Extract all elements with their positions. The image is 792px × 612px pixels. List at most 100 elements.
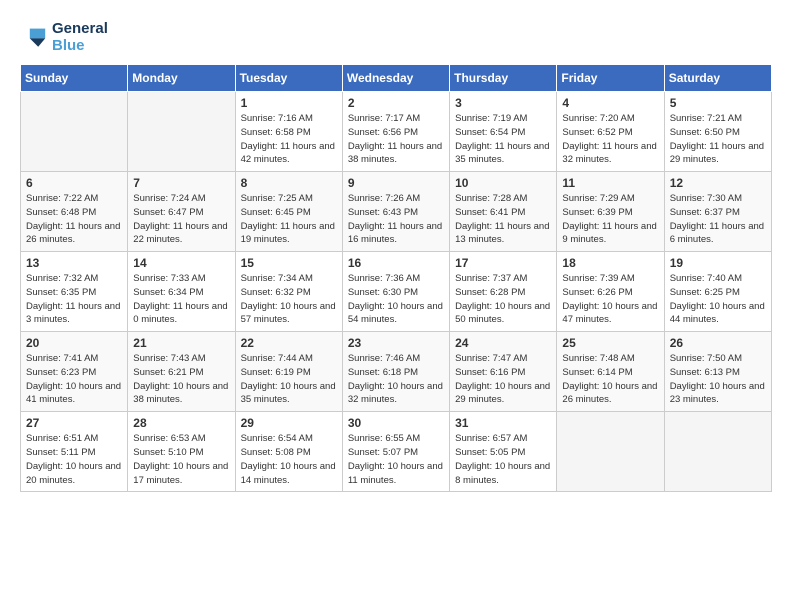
day-number: 26	[670, 336, 766, 350]
day-info: Sunrise: 7:29 AMSunset: 6:39 PMDaylight:…	[562, 192, 658, 247]
calendar-cell: 28 Sunrise: 6:53 AMSunset: 5:10 PMDayligh…	[128, 412, 235, 492]
calendar-cell: 18 Sunrise: 7:39 AMSunset: 6:26 PMDayligh…	[557, 252, 664, 332]
day-info: Sunrise: 7:34 AMSunset: 6:32 PMDaylight:…	[241, 272, 337, 327]
day-number: 9	[348, 176, 444, 190]
calendar-cell: 4 Sunrise: 7:20 AMSunset: 6:52 PMDaylight…	[557, 92, 664, 172]
calendar-week-row: 6 Sunrise: 7:22 AMSunset: 6:48 PMDaylight…	[21, 172, 772, 252]
day-number: 19	[670, 256, 766, 270]
day-info: Sunrise: 7:30 AMSunset: 6:37 PMDaylight:…	[670, 192, 766, 247]
calendar-cell: 25Sunrise: 7:48 AMSunset: 6:14 PMDayligh…	[557, 332, 664, 412]
day-info: Sunrise: 7:32 AMSunset: 6:35 PMDaylight:…	[26, 272, 122, 327]
col-header-monday: Monday	[128, 65, 235, 92]
calendar-cell: 8 Sunrise: 7:25 AMSunset: 6:45 PMDaylight…	[235, 172, 342, 252]
logo: General Blue	[20, 20, 108, 54]
col-header-tuesday: Tuesday	[235, 65, 342, 92]
day-number: 12	[670, 176, 766, 190]
calendar-cell: 13Sunrise: 7:32 AMSunset: 6:35 PMDayligh…	[21, 252, 128, 332]
day-info: Sunrise: 7:41 AMSunset: 6:23 PMDaylight:…	[26, 352, 122, 407]
day-number: 23	[348, 336, 444, 350]
day-info: Sunrise: 7:16 AMSunset: 6:58 PMDaylight:…	[241, 112, 337, 167]
day-number: 14	[133, 256, 229, 270]
calendar-cell: 23 Sunrise: 7:46 AMSunset: 6:18 PMDayligh…	[342, 332, 449, 412]
calendar-cell: 15Sunrise: 7:34 AMSunset: 6:32 PMDayligh…	[235, 252, 342, 332]
calendar-cell: 17 Sunrise: 7:37 AMSunset: 6:28 PMDayligh…	[450, 252, 557, 332]
day-info: Sunrise: 7:50 AMSunset: 6:13 PMDaylight:…	[670, 352, 766, 407]
day-info: Sunrise: 7:24 AMSunset: 6:47 PMDaylight:…	[133, 192, 229, 247]
calendar-week-row: 27Sunrise: 6:51 AMSunset: 5:11 PMDayligh…	[21, 412, 772, 492]
calendar-cell: 21 Sunrise: 7:43 AMSunset: 6:21 PMDayligh…	[128, 332, 235, 412]
day-number: 17	[455, 256, 551, 270]
page-header: General Blue	[20, 20, 772, 54]
day-number: 18	[562, 256, 658, 270]
calendar-cell	[664, 412, 771, 492]
col-header-thursday: Thursday	[450, 65, 557, 92]
day-number: 16	[348, 256, 444, 270]
day-number: 31	[455, 416, 551, 430]
day-number: 8	[241, 176, 337, 190]
calendar-week-row: 1 Sunrise: 7:16 AMSunset: 6:58 PMDaylight…	[21, 92, 772, 172]
day-number: 5	[670, 96, 766, 110]
day-info: Sunrise: 7:36 AMSunset: 6:30 PMDaylight:…	[348, 272, 444, 327]
day-info: Sunrise: 6:57 AMSunset: 5:05 PMDaylight:…	[455, 432, 551, 487]
day-info: Sunrise: 7:33 AMSunset: 6:34 PMDaylight:…	[133, 272, 229, 327]
day-number: 24	[455, 336, 551, 350]
day-number: 11	[562, 176, 658, 190]
calendar-cell: 11 Sunrise: 7:29 AMSunset: 6:39 PMDayligh…	[557, 172, 664, 252]
calendar-cell: 20Sunrise: 7:41 AMSunset: 6:23 PMDayligh…	[21, 332, 128, 412]
calendar-cell: 27Sunrise: 6:51 AMSunset: 5:11 PMDayligh…	[21, 412, 128, 492]
day-info: Sunrise: 7:39 AMSunset: 6:26 PMDaylight:…	[562, 272, 658, 327]
day-info: Sunrise: 7:17 AMSunset: 6:56 PMDaylight:…	[348, 112, 444, 167]
calendar-cell: 30 Sunrise: 6:55 AMSunset: 5:07 PMDayligh…	[342, 412, 449, 492]
calendar-cell: 19 Sunrise: 7:40 AMSunset: 6:25 PMDayligh…	[664, 252, 771, 332]
calendar-cell: 9Sunrise: 7:26 AMSunset: 6:43 PMDaylight…	[342, 172, 449, 252]
day-info: Sunrise: 6:54 AMSunset: 5:08 PMDaylight:…	[241, 432, 337, 487]
calendar-cell: 7 Sunrise: 7:24 AMSunset: 6:47 PMDaylight…	[128, 172, 235, 252]
day-number: 2	[348, 96, 444, 110]
day-info: Sunrise: 7:37 AMSunset: 6:28 PMDaylight:…	[455, 272, 551, 327]
calendar-cell	[557, 412, 664, 492]
calendar-cell: 31 Sunrise: 6:57 AMSunset: 5:05 PMDayligh…	[450, 412, 557, 492]
day-number: 22	[241, 336, 337, 350]
calendar-cell: 22 Sunrise: 7:44 AMSunset: 6:19 PMDayligh…	[235, 332, 342, 412]
day-info: Sunrise: 7:40 AMSunset: 6:25 PMDaylight:…	[670, 272, 766, 327]
day-info: Sunrise: 7:44 AMSunset: 6:19 PMDaylight:…	[241, 352, 337, 407]
day-info: Sunrise: 7:47 AMSunset: 6:16 PMDaylight:…	[455, 352, 551, 407]
calendar-table: SundayMondayTuesdayWednesdayThursdayFrid…	[20, 64, 772, 492]
day-info: Sunrise: 7:19 AMSunset: 6:54 PMDaylight:…	[455, 112, 551, 167]
calendar-cell: 24 Sunrise: 7:47 AMSunset: 6:16 PMDayligh…	[450, 332, 557, 412]
calendar-cell: 2 Sunrise: 7:17 AMSunset: 6:56 PMDaylight…	[342, 92, 449, 172]
day-info: Sunrise: 7:20 AMSunset: 6:52 PMDaylight:…	[562, 112, 658, 167]
day-number: 28	[133, 416, 229, 430]
calendar-cell: 14 Sunrise: 7:33 AMSunset: 6:34 PMDayligh…	[128, 252, 235, 332]
day-info: Sunrise: 6:53 AMSunset: 5:10 PMDaylight:…	[133, 432, 229, 487]
day-number: 7	[133, 176, 229, 190]
day-number: 6	[26, 176, 122, 190]
calendar-cell: 1 Sunrise: 7:16 AMSunset: 6:58 PMDaylight…	[235, 92, 342, 172]
calendar-cell: 3Sunrise: 7:19 AMSunset: 6:54 PMDaylight…	[450, 92, 557, 172]
calendar-cell: 10Sunrise: 7:28 AMSunset: 6:41 PMDayligh…	[450, 172, 557, 252]
day-info: Sunrise: 7:21 AMSunset: 6:50 PMDaylight:…	[670, 112, 766, 167]
day-number: 10	[455, 176, 551, 190]
calendar-cell	[128, 92, 235, 172]
day-info: Sunrise: 7:22 AMSunset: 6:48 PMDaylight:…	[26, 192, 122, 247]
day-number: 30	[348, 416, 444, 430]
day-info: Sunrise: 6:55 AMSunset: 5:07 PMDaylight:…	[348, 432, 444, 487]
col-header-saturday: Saturday	[664, 65, 771, 92]
col-header-friday: Friday	[557, 65, 664, 92]
day-info: Sunrise: 7:25 AMSunset: 6:45 PMDaylight:…	[241, 192, 337, 247]
calendar-cell: 6 Sunrise: 7:22 AMSunset: 6:48 PMDaylight…	[21, 172, 128, 252]
day-number: 21	[133, 336, 229, 350]
day-info: Sunrise: 7:43 AMSunset: 6:21 PMDaylight:…	[133, 352, 229, 407]
logo-text: General Blue	[52, 20, 108, 54]
col-header-sunday: Sunday	[21, 65, 128, 92]
calendar-cell: 29Sunrise: 6:54 AMSunset: 5:08 PMDayligh…	[235, 412, 342, 492]
calendar-week-row: 13Sunrise: 7:32 AMSunset: 6:35 PMDayligh…	[21, 252, 772, 332]
calendar-cell: 26 Sunrise: 7:50 AMSunset: 6:13 PMDayligh…	[664, 332, 771, 412]
calendar-week-row: 20Sunrise: 7:41 AMSunset: 6:23 PMDayligh…	[21, 332, 772, 412]
calendar-cell: 5 Sunrise: 7:21 AMSunset: 6:50 PMDaylight…	[664, 92, 771, 172]
day-info: Sunrise: 6:51 AMSunset: 5:11 PMDaylight:…	[26, 432, 122, 487]
day-number: 1	[241, 96, 337, 110]
day-number: 4	[562, 96, 658, 110]
day-info: Sunrise: 7:46 AMSunset: 6:18 PMDaylight:…	[348, 352, 444, 407]
calendar-cell: 16 Sunrise: 7:36 AMSunset: 6:30 PMDayligh…	[342, 252, 449, 332]
